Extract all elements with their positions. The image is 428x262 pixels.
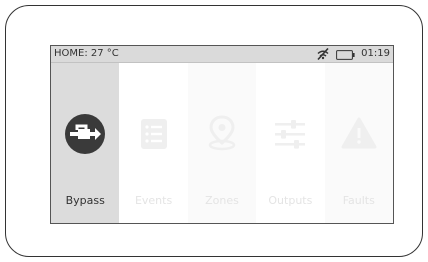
- home-temperature-label: HOME: 27 °C: [54, 48, 119, 59]
- menu-item-label-outputs: Outputs: [268, 194, 313, 207]
- bypass-icon: [65, 114, 106, 154]
- menu-item-label-faults: Faults: [342, 194, 375, 207]
- device-frame: HOME: 27 °C 01:19 Bypass Events Zones Ou…: [5, 5, 423, 257]
- events-list-icon: [140, 119, 167, 149]
- no-signal-icon: [316, 46, 330, 64]
- menu-item-outputs[interactable]: Outputs: [256, 63, 325, 223]
- menu-item-faults[interactable]: Faults: [324, 63, 393, 223]
- menu-item-label-zones: Zones: [205, 194, 239, 207]
- status-bar: HOME: 27 °C 01:19: [51, 46, 393, 63]
- location-pin-icon: [208, 115, 236, 151]
- main-menu: Bypass Events Zones Outputs Faults: [51, 63, 393, 223]
- menu-item-label-bypass: Bypass: [65, 194, 105, 207]
- menu-item-bypass[interactable]: Bypass: [51, 63, 120, 223]
- battery-icon: [336, 46, 355, 64]
- clock-time: 01:19: [361, 48, 390, 59]
- menu-item-zones[interactable]: Zones: [187, 63, 257, 223]
- status-indicators: 01:19: [316, 47, 390, 61]
- warning-icon: [341, 117, 377, 149]
- menu-item-events[interactable]: Events: [119, 63, 188, 223]
- menu-item-label-events: Events: [134, 194, 173, 207]
- touch-screen: HOME: 27 °C 01:19 Bypass Events Zones Ou…: [50, 45, 394, 224]
- sliders-icon: [275, 120, 306, 149]
